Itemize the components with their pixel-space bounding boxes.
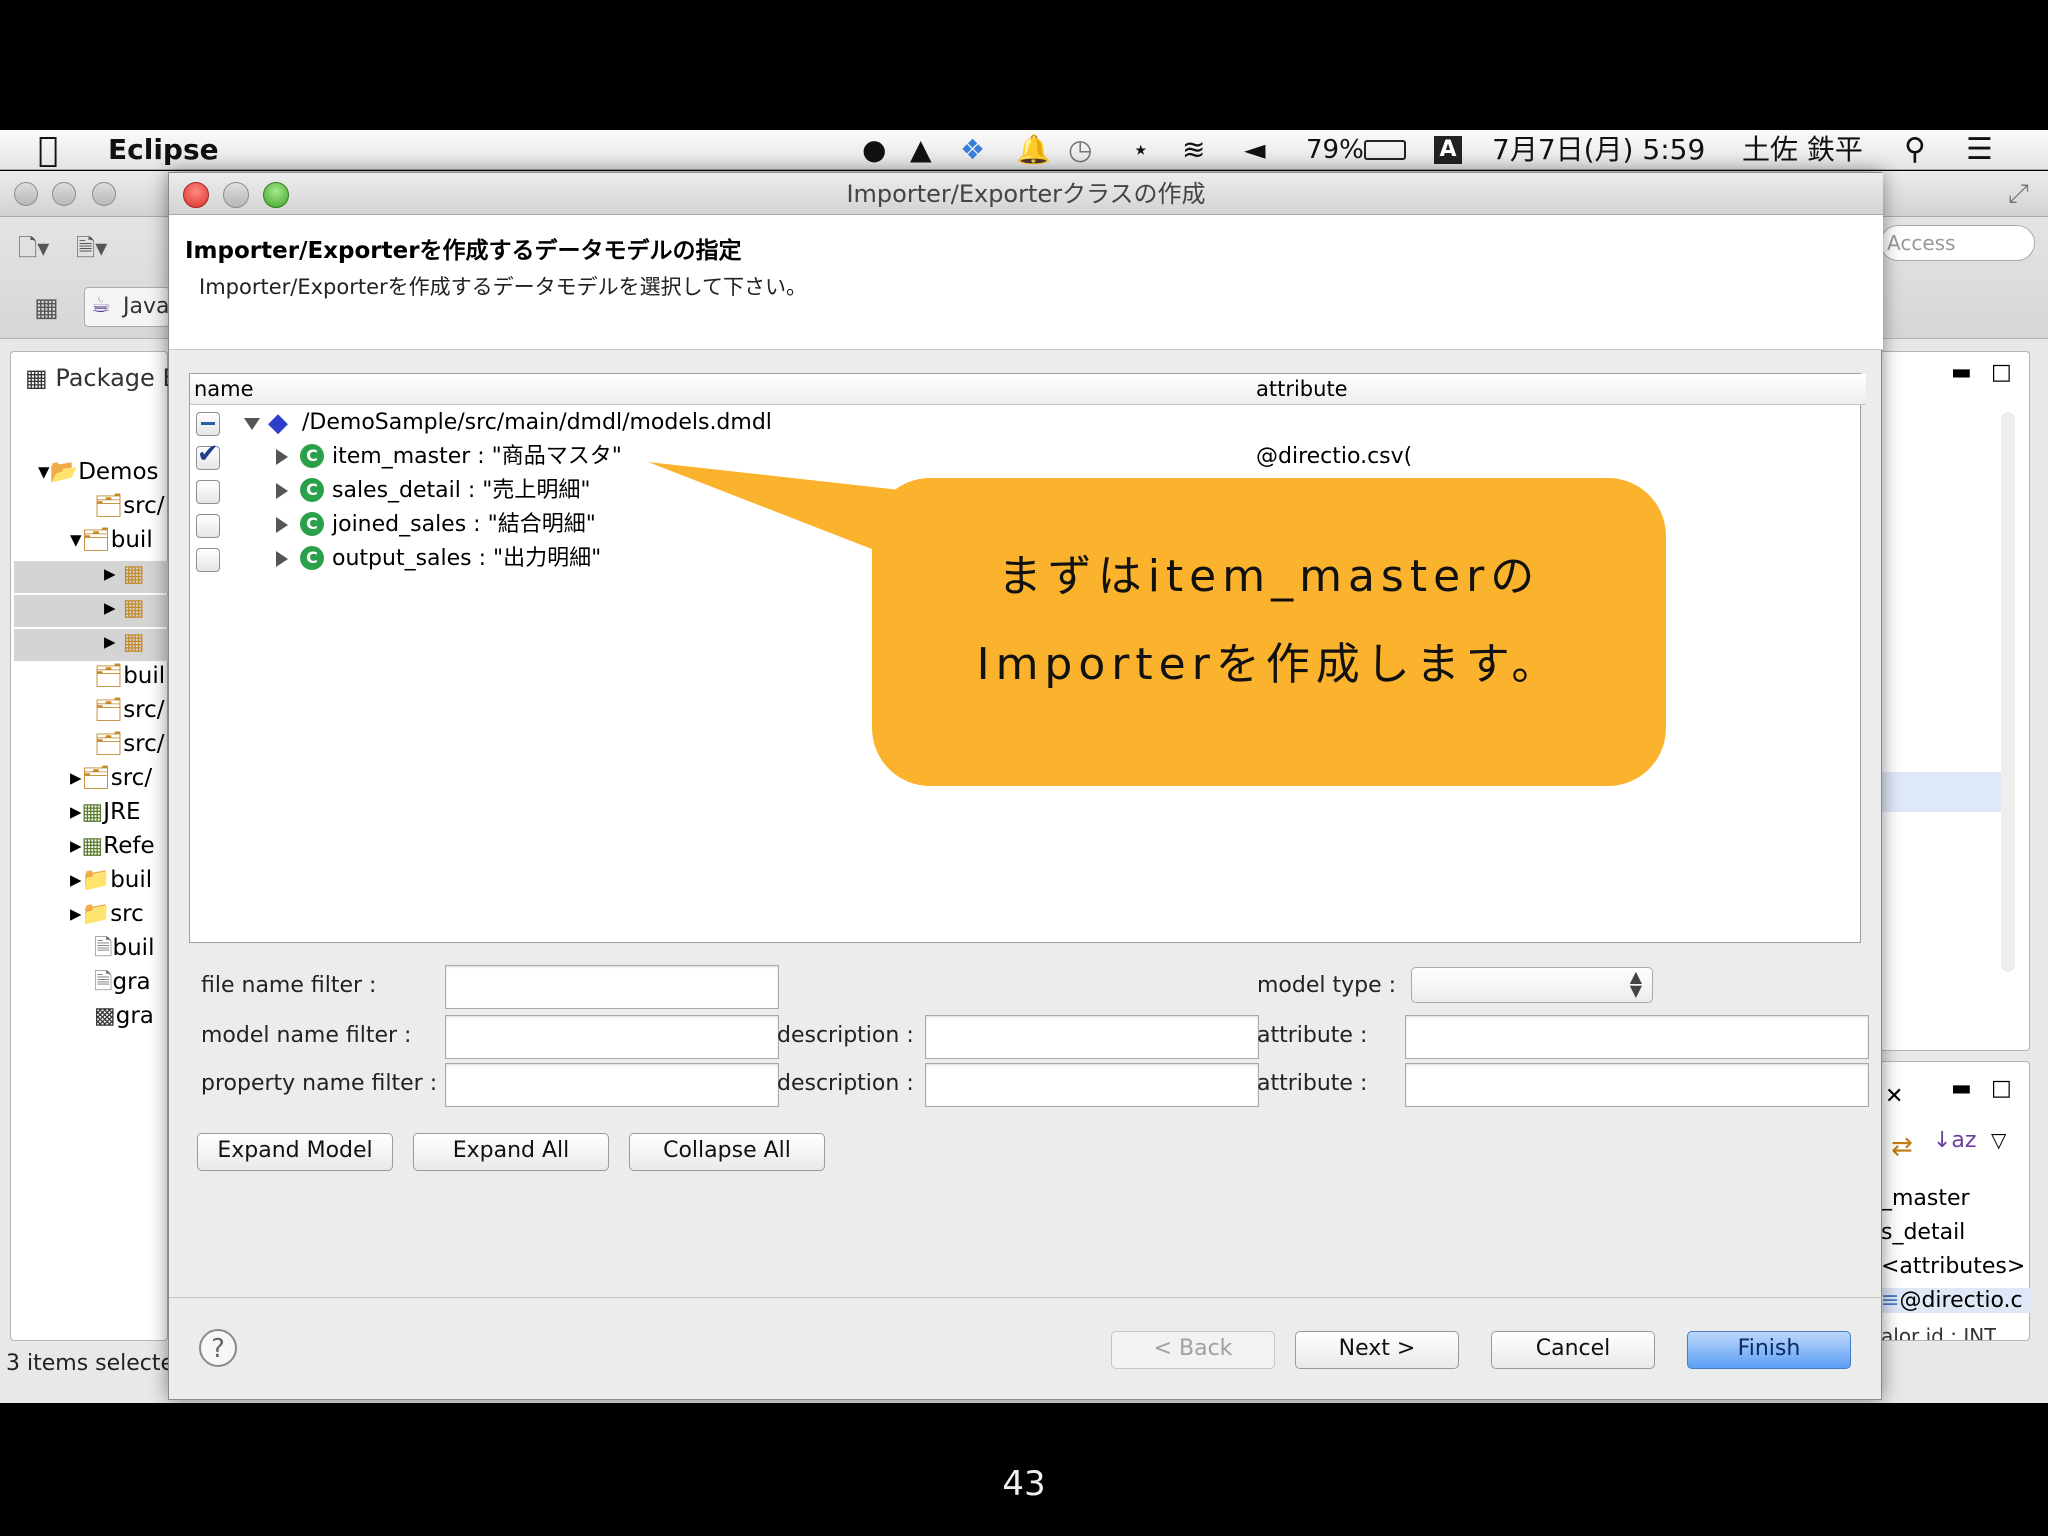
slide-page-number: 43 — [1002, 1464, 1046, 1504]
callout-bubble: まずはitem_masterの Importerを作成します。 — [872, 478, 1666, 786]
callout-line-1: まずはitem_masterの — [997, 551, 1541, 602]
callout-line-2: Importerを作成します。 — [976, 639, 1562, 690]
